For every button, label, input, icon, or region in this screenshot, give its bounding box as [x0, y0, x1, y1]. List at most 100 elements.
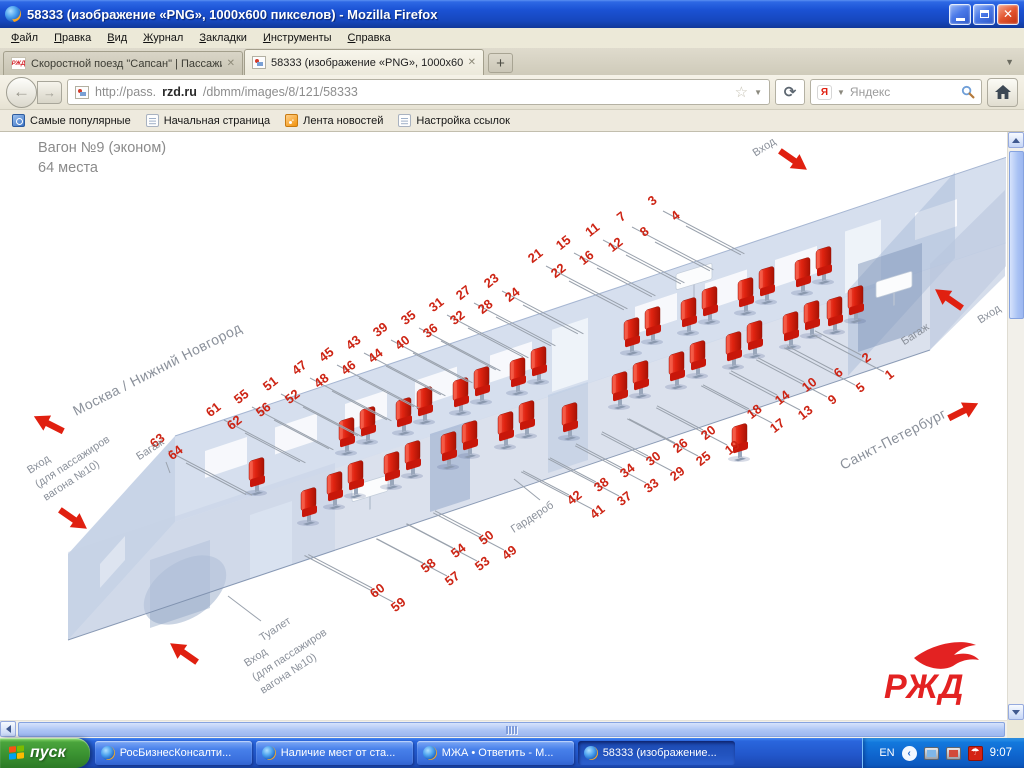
new-tab-button[interactable]: + — [488, 53, 513, 73]
car-title: Вагон №9 (эконом) — [38, 138, 166, 158]
seat-number-57: 57 — [442, 568, 463, 589]
tab-close-icon[interactable]: ✕ — [468, 57, 476, 68]
seat-number-16: 16 — [576, 247, 597, 268]
antivirus-icon[interactable]: ☂ — [968, 746, 983, 761]
rzd-logo: РЖД — [884, 642, 979, 706]
seat-leader-line — [407, 524, 453, 548]
menu-item-0[interactable]: Файл — [3, 30, 46, 46]
tab-list-dropdown-icon[interactable]: ▼ — [1005, 57, 1014, 67]
menu-item-6[interactable]: Справка — [340, 30, 399, 46]
page-content: 1234567891011121314151617181920212223242… — [0, 132, 1024, 738]
seat-number-54: 54 — [448, 540, 469, 561]
scroll-up-button[interactable] — [1008, 132, 1024, 148]
minimize-button[interactable] — [949, 4, 971, 25]
vertical-scroll-thumb[interactable] — [1009, 151, 1024, 319]
bookmark-item-2[interactable]: Лента новостей — [279, 112, 389, 129]
restore-button[interactable] — [973, 4, 995, 25]
search-box[interactable]: Я ▼ Яндекс — [810, 79, 982, 105]
taskbar-item-0[interactable]: РосБизнесКонсалти... — [95, 741, 252, 765]
car-seat-count: 64 места — [38, 158, 166, 178]
car-door-opening — [552, 318, 588, 392]
seat-number-49: 49 — [499, 542, 520, 563]
page-icon — [146, 114, 159, 127]
page-favicon-image-icon — [75, 86, 89, 99]
close-button[interactable]: ✕ — [997, 4, 1019, 25]
url-scheme: http://pass. — [95, 85, 156, 99]
search-engine-dropdown-icon[interactable]: ▼ — [837, 88, 845, 97]
navigation-toolbar: ← → http://pass.rzd.ru/dbmm/images/8/121… — [0, 75, 1024, 110]
bookmark-label: Самые популярные — [30, 115, 131, 127]
tab-0[interactable]: РЖДСкоростной поезд "Сапсан" | Пассажи..… — [3, 51, 243, 75]
back-button[interactable]: ← — [6, 77, 37, 108]
seat-number-12: 12 — [605, 234, 626, 255]
tab-1[interactable]: 58333 (изображение «PNG», 1000x600 ...✕ — [244, 49, 484, 75]
menu-item-4[interactable]: Закладки — [191, 30, 255, 46]
horizontal-scrollbar[interactable] — [0, 720, 1007, 738]
tray-chevron-icon[interactable]: ‹ — [902, 746, 917, 761]
tab-close-icon[interactable]: ✕ — [227, 58, 235, 69]
rss-icon — [285, 114, 298, 127]
language-indicator[interactable]: EN — [879, 747, 894, 759]
yandex-engine-icon[interactable]: Я — [817, 85, 832, 100]
seat-leader-line — [435, 511, 481, 535]
taskbar-item-1[interactable]: Наличие мест от ста... — [256, 741, 413, 765]
seat-number-11: 11 — [582, 219, 602, 239]
seat-number-22: 22 — [548, 260, 569, 281]
diagram-label-7: Гардероб — [509, 499, 556, 535]
horizontal-scroll-thumb[interactable] — [18, 722, 1005, 737]
seat-number-23: 23 — [481, 270, 502, 291]
taskbar-item-3[interactable]: 58333 (изображение... — [578, 741, 735, 765]
bookmark-item-0[interactable]: Самые популярные — [6, 112, 137, 129]
window-titlebar[interactable]: 58333 (изображение «PNG», 1000x600 пиксе… — [0, 0, 1024, 28]
direction-arrow-icon — [30, 409, 67, 439]
start-button[interactable]: пуск — [0, 738, 90, 768]
seat-number-27: 27 — [453, 282, 474, 303]
bookmark-item-3[interactable]: Настройка ссылок — [392, 112, 516, 129]
menu-item-3[interactable]: Журнал — [135, 30, 191, 46]
clock: 9:07 — [990, 747, 1012, 759]
train-car-seat-map: 1234567891011121314151617181920212223242… — [0, 132, 1006, 720]
scroll-down-button[interactable] — [1008, 704, 1024, 720]
home-button[interactable] — [987, 78, 1018, 107]
url-bar[interactable]: http://pass.rzd.ru/dbmm/images/8/121/583… — [67, 79, 770, 105]
seat-number-15: 15 — [553, 232, 574, 253]
taskbar-item-2[interactable]: МЖА • Ответить - М... — [417, 741, 574, 765]
refresh-button[interactable]: ⟳ — [775, 79, 805, 105]
bookmark-item-1[interactable]: Начальная страница — [140, 112, 276, 129]
firefox-icon — [584, 746, 598, 760]
network-icon[interactable] — [924, 747, 939, 760]
firefox-icon — [5, 6, 21, 22]
search-magnifier-icon[interactable] — [961, 85, 975, 99]
seat-number-43: 43 — [343, 332, 364, 353]
tab-title: Скоростной поезд "Сапсан" | Пассажи... — [31, 58, 222, 70]
menu-bar: ФайлПравкаВидЖурналЗакладкиИнструментыСп… — [0, 28, 1024, 48]
seat-number-9: 9 — [825, 391, 840, 407]
network-alert-icon[interactable] — [946, 747, 961, 760]
seat-number-25: 25 — [693, 448, 714, 469]
vertical-scrollbar[interactable] — [1007, 132, 1024, 720]
search-input[interactable]: Яндекс — [850, 85, 956, 99]
scrollbar-corner — [1007, 720, 1024, 738]
seat-number-59: 59 — [388, 594, 409, 615]
seat-number-31: 31 — [426, 294, 447, 315]
seat-number-38: 38 — [591, 474, 612, 495]
seat-number-41: 41 — [587, 501, 608, 522]
bookmark-label: Лента новостей — [303, 115, 383, 127]
url-dropdown-icon[interactable]: ▼ — [754, 88, 762, 97]
seat-number-33: 33 — [641, 475, 662, 496]
home-icon — [995, 85, 1011, 99]
seat-leader-line — [521, 472, 592, 509]
menu-item-2[interactable]: Вид — [99, 30, 135, 46]
seat-number-53: 53 — [472, 553, 493, 574]
taskbar-item-label: РосБизнесКонсалти... — [120, 747, 232, 759]
seat-number-35: 35 — [398, 307, 419, 328]
popular-icon — [12, 114, 25, 127]
scroll-left-button[interactable] — [0, 721, 16, 737]
taskbar-items: РосБизнесКонсалти... Наличие мест от ста.… — [90, 738, 863, 768]
car-caption: Вагон №9 (эконом) 64 места — [38, 138, 166, 179]
seat-number-4: 4 — [668, 207, 684, 224]
menu-item-1[interactable]: Правка — [46, 30, 99, 46]
menu-item-5[interactable]: Инструменты — [255, 30, 340, 46]
bookmark-star-icon[interactable]: ☆ — [735, 83, 748, 101]
forward-button[interactable]: → — [37, 81, 62, 104]
